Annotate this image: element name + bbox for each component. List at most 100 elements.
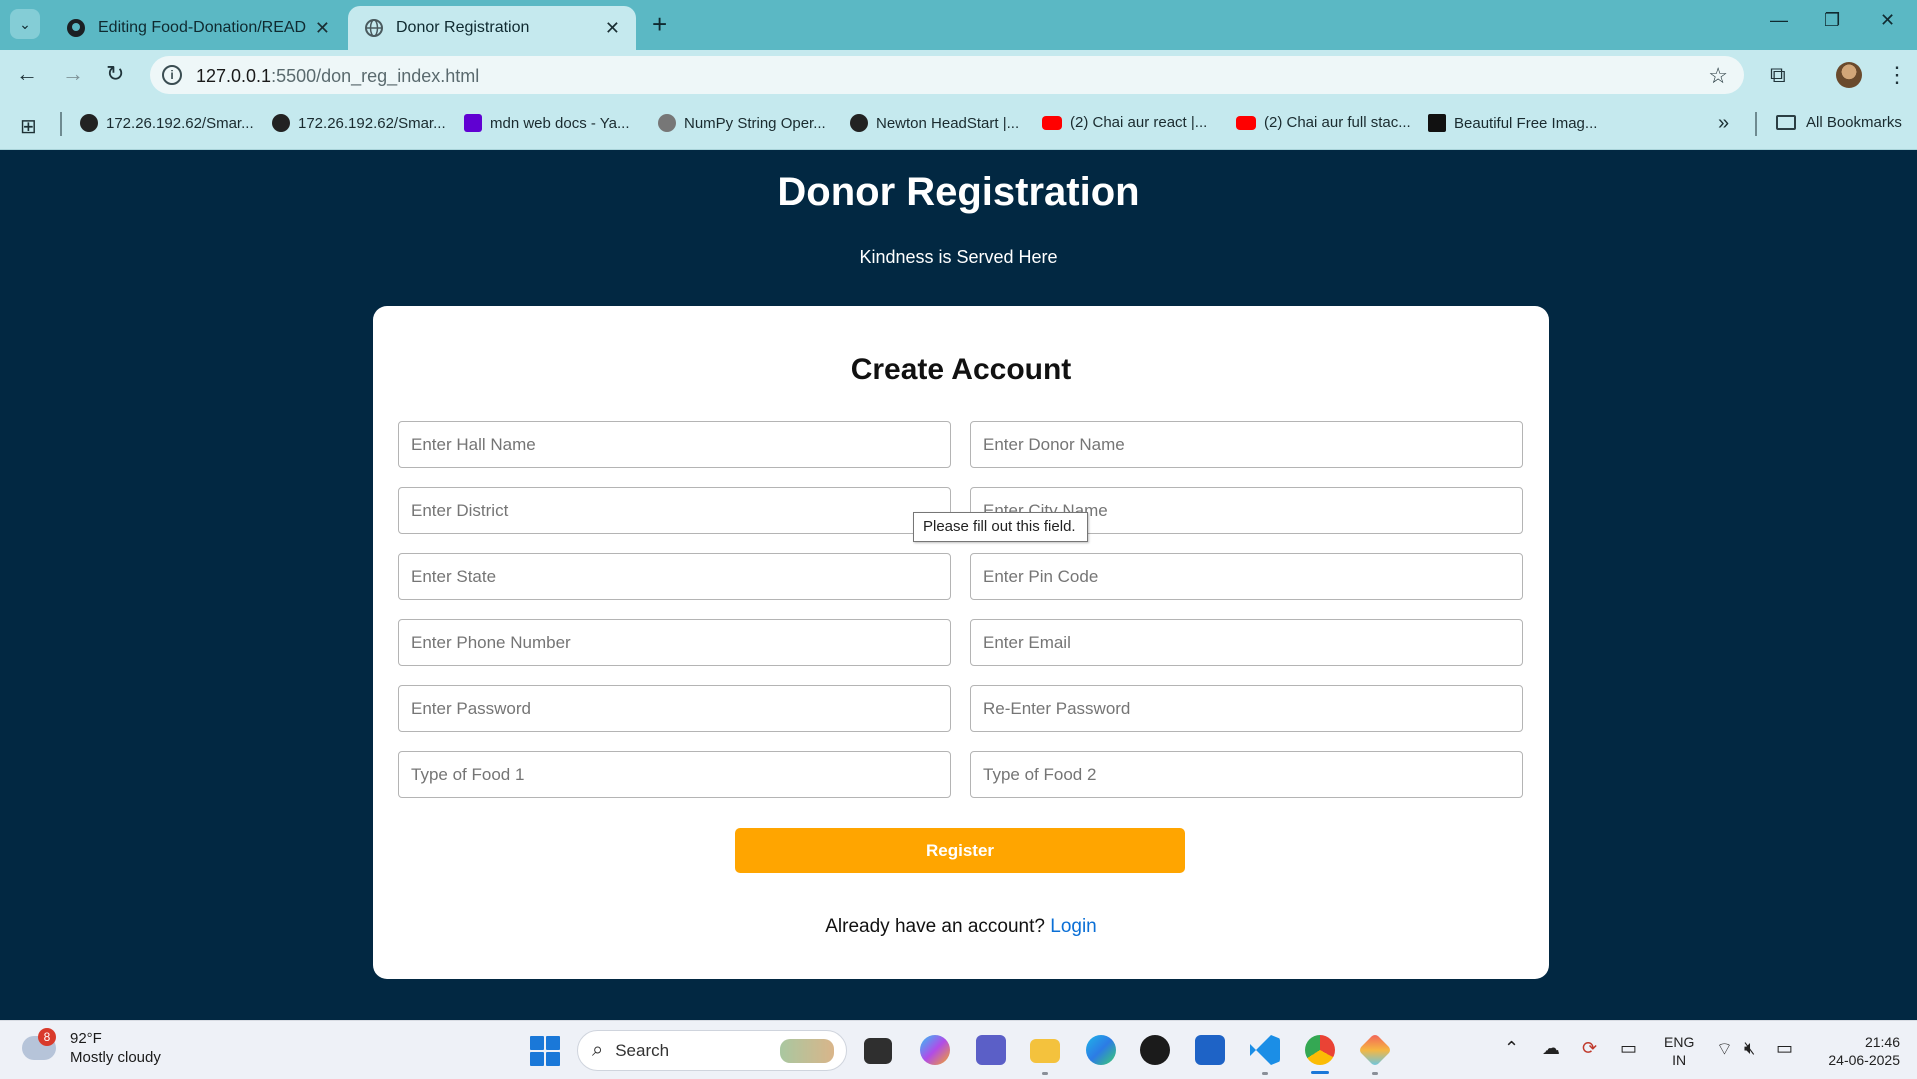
- food-type-1-input[interactable]: [398, 751, 951, 798]
- email-input[interactable]: [970, 619, 1523, 666]
- folder-icon: [1776, 115, 1796, 130]
- copilot-icon[interactable]: [920, 1035, 950, 1065]
- youtube-icon: [1042, 115, 1062, 130]
- address-url[interactable]: 127.0.0.1:5500/don_reg_index.html: [196, 66, 479, 87]
- hall-name-input[interactable]: [398, 421, 951, 468]
- chrome-icon[interactable]: [1305, 1035, 1335, 1065]
- teams-icon[interactable]: [976, 1035, 1006, 1065]
- bookmark-item[interactable]: NumPy String Oper...: [658, 114, 826, 132]
- address-bar[interactable]: i 127.0.0.1:5500/don_reg_index.html ☆: [150, 56, 1744, 94]
- bookmark-item[interactable]: Beautiful Free Imag...: [1428, 114, 1597, 132]
- volume-muted-icon[interactable]: 🔇︎: [1744, 1038, 1755, 1059]
- site-info-icon[interactable]: i: [162, 65, 182, 85]
- restore-icon[interactable]: ❐: [1824, 10, 1840, 31]
- vscode-icon[interactable]: [1250, 1035, 1280, 1065]
- edge-icon[interactable]: [1086, 1035, 1116, 1065]
- password-input[interactable]: [398, 685, 951, 732]
- bookmark-label: 172.26.192.62/Smar...: [106, 114, 254, 132]
- bookmark-label: Beautiful Free Imag...: [1454, 114, 1598, 132]
- login-link[interactable]: Login: [1050, 916, 1097, 937]
- file-explorer-icon[interactable]: [1030, 1039, 1060, 1063]
- globe-icon: [850, 114, 868, 132]
- bookmark-label: (2) Chai aur react |...: [1070, 114, 1208, 131]
- yahoo-icon: [464, 114, 482, 132]
- back-arrow-icon[interactable]: ←: [16, 62, 38, 86]
- weather-widget[interactable]: 8 92°F Mostly cloudy: [22, 1028, 161, 1067]
- apps-grid-icon[interactable]: ⊞: [20, 114, 37, 139]
- donor-name-input[interactable]: [970, 421, 1523, 468]
- tab-search-button[interactable]: ⌄: [10, 9, 40, 39]
- tab-title: Donor Registration: [396, 19, 530, 36]
- task-view-icon[interactable]: [864, 1038, 892, 1064]
- close-window-icon[interactable]: ✕: [1880, 10, 1895, 31]
- github-icon: [67, 19, 85, 37]
- district-input[interactable]: [398, 487, 951, 534]
- bookmark-item[interactable]: (2) Chai aur full stac...: [1236, 114, 1411, 131]
- bookmark-star-icon[interactable]: ☆: [1708, 63, 1728, 89]
- globe-icon: [272, 114, 290, 132]
- close-tab-icon[interactable]: ✕: [315, 18, 330, 39]
- wifi-icon[interactable]: ⌔: [1716, 1038, 1733, 1061]
- page-subtitle: Kindness is Served Here: [859, 247, 1058, 267]
- language-indicator[interactable]: ENG IN: [1664, 1033, 1694, 1069]
- bookmark-item[interactable]: Newton HeadStart |...: [850, 114, 1019, 132]
- tab-strip: ⌄ Editing Food-Donation/READM ✕ Donor Re…: [0, 0, 1917, 50]
- sync-icon[interactable]: ⟳: [1582, 1038, 1597, 1059]
- store-icon[interactable]: [1195, 1035, 1225, 1065]
- bookmark-label: Newton HeadStart |...: [876, 114, 1020, 132]
- numpy-icon: [658, 114, 676, 132]
- bookmark-label: 172.26.192.62/Smar...: [298, 114, 446, 132]
- tab-donor-registration[interactable]: Donor Registration ✕: [348, 6, 636, 50]
- food-type-2-input[interactable]: [970, 751, 1523, 798]
- taskbar-search[interactable]: ⌕ Search: [577, 1030, 847, 1071]
- forward-arrow-icon[interactable]: →: [62, 62, 84, 86]
- register-button[interactable]: Register: [735, 828, 1185, 873]
- system-clock[interactable]: 21:46 24-06-2025: [1812, 1033, 1900, 1069]
- search-highlight-icon: [780, 1039, 834, 1063]
- all-bookmarks-button[interactable]: All Bookmarks: [1776, 114, 1902, 131]
- phone-number-input[interactable]: [398, 619, 951, 666]
- extensions-icon[interactable]: ⧉: [1770, 62, 1786, 88]
- new-tab-button[interactable]: +: [652, 10, 667, 38]
- page-title: Donor Registration: [777, 170, 1140, 214]
- dell-icon[interactable]: [1140, 1035, 1170, 1065]
- snipping-tool-icon[interactable]: [1358, 1033, 1392, 1067]
- bookmark-label: mdn web docs - Ya...: [490, 114, 630, 132]
- validation-tooltip: Please fill out this field.: [913, 512, 1088, 542]
- chevron-down-icon: ⌄: [19, 15, 31, 32]
- globe-icon: [365, 19, 383, 37]
- onedrive-icon[interactable]: ☁: [1542, 1038, 1560, 1059]
- url-host: 127.0.0.1: [196, 66, 272, 86]
- profile-avatar[interactable]: [1836, 62, 1862, 88]
- pin-code-input[interactable]: [970, 553, 1523, 600]
- weather-badge: 8: [38, 1028, 56, 1046]
- windows-start-icon[interactable]: [530, 1036, 560, 1066]
- more-bookmarks-icon[interactable]: »: [1718, 112, 1729, 135]
- chevron-up-icon[interactable]: ⌃: [1504, 1038, 1519, 1059]
- bookmarks-divider: [60, 112, 62, 136]
- running-indicator: [1262, 1072, 1268, 1075]
- bookmark-label: NumPy String Oper...: [684, 114, 826, 132]
- battery-icon[interactable]: ▭: [1776, 1038, 1793, 1059]
- display-icon[interactable]: ▭: [1620, 1038, 1637, 1059]
- bookmark-item[interactable]: 172.26.192.62/Smar...: [80, 114, 254, 132]
- active-app-indicator: [1311, 1071, 1329, 1074]
- bookmark-item[interactable]: mdn web docs - Ya...: [464, 114, 630, 132]
- bookmark-item[interactable]: 172.26.192.62/Smar...: [272, 114, 446, 132]
- close-tab-icon[interactable]: ✕: [605, 18, 620, 39]
- login-prompt: Already have an account? Login: [373, 916, 1549, 938]
- temperature: 92°F: [70, 1030, 102, 1047]
- more-menu-icon[interactable]: ⋮: [1886, 62, 1908, 88]
- minimize-icon[interactable]: —: [1770, 10, 1788, 31]
- language-code: ENG: [1664, 1034, 1695, 1050]
- globe-icon: [80, 114, 98, 132]
- bookmark-item[interactable]: (2) Chai aur react |...: [1042, 114, 1207, 131]
- reload-icon[interactable]: ↻: [106, 62, 124, 86]
- browser-toolbar: ← → ↻ i 127.0.0.1:5500/don_reg_index.htm…: [0, 50, 1917, 100]
- region-code: IN: [1672, 1052, 1687, 1068]
- cloud-icon: 8: [22, 1028, 56, 1060]
- re-enter-password-input[interactable]: [970, 685, 1523, 732]
- state-input[interactable]: [398, 553, 951, 600]
- tab-github-editing[interactable]: Editing Food-Donation/READM ✕: [50, 6, 346, 50]
- card-title: Create Account: [850, 353, 1072, 386]
